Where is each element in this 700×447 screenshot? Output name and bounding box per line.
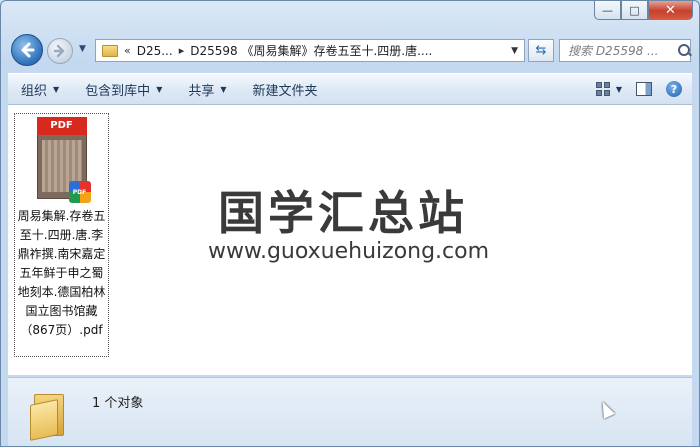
- file-name[interactable]: 周易集解.存卷五至十.四册.唐.李鼎祚撰.南宋嘉定五年鲜于申之蜀地刻本.德国柏林…: [15, 207, 108, 340]
- file-list[interactable]: PDF PDF 周易集解.存卷五至十.四册.唐.李鼎祚撰.南宋嘉定五年鲜于申之蜀…: [8, 105, 692, 375]
- address-bar[interactable]: « D25... ▸ D25598 《周易集解》存卷五至十.四册.唐.... ▼: [95, 39, 525, 62]
- share-label: 共享: [188, 83, 215, 99]
- forward-button[interactable]: [47, 38, 73, 64]
- command-bar: 组织 ▼ 包含到库中 ▼ 共享 ▼ 新建文件夹 ▼ ?: [8, 73, 692, 105]
- refresh-icon: ⇆: [535, 43, 547, 58]
- chevron-down-icon[interactable]: ▼: [511, 46, 518, 56]
- folder-icon: [102, 44, 118, 57]
- arrow-left-icon: [21, 42, 35, 58]
- window-controls: — □ ✕: [594, 1, 693, 20]
- new-folder-label: 新建文件夹: [252, 83, 318, 99]
- organize-label: 组织: [21, 83, 48, 99]
- folder-icon: [30, 388, 70, 441]
- include-library-label: 包含到库中: [85, 83, 151, 99]
- explorer-window: — □ ✕ ▼ « D25... ▸ D25598 《周易集解》存卷五至十.四册…: [0, 0, 700, 447]
- pdf-label: PDF: [36, 117, 87, 135]
- refresh-button[interactable]: ⇆: [528, 39, 554, 62]
- back-button[interactable]: [11, 34, 43, 66]
- chevron-down-icon: ▼: [156, 84, 163, 94]
- search-input[interactable]: [568, 43, 678, 58]
- navigation-bar: ▼ « D25... ▸ D25598 《周易集解》存卷五至十.四册.唐....…: [9, 34, 691, 66]
- pdf-file-icon: PDF PDF: [36, 117, 91, 203]
- recent-pages-dropdown[interactable]: ▼: [79, 44, 89, 56]
- breadcrumb-current[interactable]: D25598 《周易集解》存卷五至十.四册.唐....: [190, 42, 432, 59]
- watermark-url: www.guoxuehuizong.com: [208, 239, 490, 264]
- new-folder-button[interactable]: 新建文件夹: [240, 74, 331, 104]
- breadcrumb-root[interactable]: D25...: [137, 44, 173, 58]
- preview-pane-icon[interactable]: [636, 82, 652, 96]
- chevron-down-icon: ▼: [53, 84, 60, 94]
- search-icon[interactable]: [678, 43, 690, 58]
- chevron-down-icon[interactable]: ▼: [616, 85, 622, 94]
- help-icon[interactable]: ?: [666, 81, 682, 97]
- close-button[interactable]: ✕: [648, 1, 693, 20]
- share-button[interactable]: 共享 ▼: [175, 74, 239, 104]
- chevron-down-icon: ▼: [220, 84, 227, 94]
- minimize-button[interactable]: —: [594, 1, 621, 20]
- chevron-right-icon[interactable]: ▸: [179, 44, 185, 57]
- breadcrumb-overflow[interactable]: «: [124, 44, 131, 57]
- change-view-icon[interactable]: [595, 82, 610, 96]
- arrow-right-icon: [53, 44, 65, 58]
- search-box[interactable]: [559, 39, 691, 62]
- toolbar-right-group: ▼ ?: [595, 81, 692, 97]
- watermark-title: 国学汇总站: [218, 186, 468, 240]
- pdf-app-badge-icon: PDF: [68, 181, 91, 203]
- details-pane: 1 个对象: [8, 377, 692, 446]
- file-item[interactable]: PDF PDF 周易集解.存卷五至十.四册.唐.李鼎祚撰.南宋嘉定五年鲜于申之蜀…: [14, 113, 109, 357]
- organize-button[interactable]: 组织 ▼: [8, 74, 72, 104]
- include-in-library-button[interactable]: 包含到库中 ▼: [72, 74, 175, 104]
- item-count: 1 个对象: [92, 396, 144, 411]
- maximize-button[interactable]: □: [621, 1, 648, 20]
